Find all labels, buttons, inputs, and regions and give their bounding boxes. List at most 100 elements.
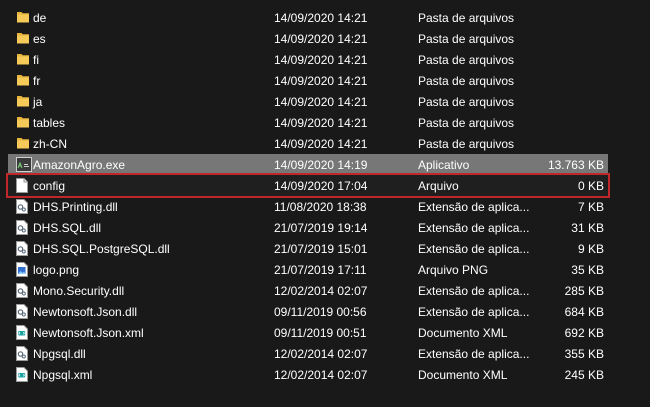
dll-file-icon	[16, 346, 29, 361]
image-file-icon	[16, 262, 29, 277]
file-date-modified: 21/07/2019 17:11	[274, 263, 367, 277]
file-date-modified: 12/02/2014 02:07	[274, 347, 368, 361]
file-type: Pasta de arquivos	[418, 32, 515, 46]
file-size: 692 KB	[564, 326, 604, 340]
file-type: Pasta de arquivos	[418, 95, 515, 109]
file-name: logo.png	[33, 263, 80, 277]
file-row-10[interactable]: DHS.SQL.dll 21/07/2019 19:14 Extensão de a…	[8, 217, 608, 238]
folder-icon	[16, 136, 29, 151]
folder-icon	[16, 10, 29, 25]
file-row-4[interactable]: ja 14/09/2020 14:21 Pasta de arquivos	[8, 91, 608, 112]
file-row-8[interactable]: config 14/09/2020 17:04 Arquivo 0 KB	[6, 173, 610, 198]
file-row-12[interactable]: logo.png 21/07/2019 17:11 Arquivo PNG 35 KB	[8, 259, 608, 280]
file-name: AmazonAgro.exe	[33, 158, 126, 172]
file-size: 7 KB	[577, 200, 604, 214]
file-name: fr	[33, 74, 41, 88]
file-name: Mono.Security.dll	[33, 284, 125, 298]
file-size: 31 KB	[571, 221, 604, 235]
file-size: 684 KB	[564, 305, 604, 319]
file-row-1[interactable]: es 14/09/2020 14:21 Pasta de arquivos	[8, 28, 608, 49]
folder-icon	[16, 31, 29, 46]
file-type: Pasta de arquivos	[418, 11, 515, 25]
file-row-5[interactable]: tables 14/09/2020 14:21 Pasta de arquivos	[8, 112, 608, 133]
file-name: Newtonsoft.Json.xml	[33, 326, 144, 340]
file-name: config	[33, 179, 66, 193]
dll-file-icon	[16, 220, 29, 235]
file-name: es	[33, 32, 46, 46]
file-size: 355 KB	[564, 347, 604, 361]
file-type: Aplicativo	[418, 158, 470, 172]
folder-icon	[16, 73, 29, 88]
file-type: Extensão de aplica...	[418, 305, 530, 319]
file-size: 0 KB	[577, 179, 604, 193]
file-row-15[interactable]: Newtonsoft.Json.xml 09/11/2019 00:51 Docum…	[8, 322, 608, 343]
dll-file-icon	[16, 283, 29, 298]
folder-icon	[16, 94, 29, 109]
file-row-9[interactable]: DHS.Printing.dll 11/08/2020 18:38 Extensão…	[8, 196, 608, 217]
file-date-modified: 09/11/2019 00:56	[274, 305, 367, 319]
file-size: 245 KB	[564, 368, 604, 382]
file-date-modified: 14/09/2020 14:21	[274, 95, 368, 109]
file-type: Documento XML	[418, 368, 508, 382]
file-date-modified: 14/09/2020 14:19	[274, 158, 368, 172]
file-row-2[interactable]: fi 14/09/2020 14:21 Pasta de arquivos	[8, 49, 608, 70]
file-row-16[interactable]: Npgsql.dll 12/02/2014 02:07 Extensão de ap…	[8, 343, 608, 364]
xml-file-icon	[16, 367, 29, 382]
dll-file-icon	[16, 199, 29, 214]
file-type: Extensão de aplica...	[418, 347, 530, 361]
file-row-11[interactable]: DHS.SQL.PostgreSQL.dll 21/07/2019 15:01 Ex…	[8, 238, 608, 259]
file-size: 285 KB	[564, 284, 604, 298]
file-name: ja	[33, 95, 43, 109]
folder-icon	[16, 52, 29, 67]
file-date-modified: 21/07/2019 15:01	[274, 242, 368, 256]
file-date-modified: 14/09/2020 17:04	[274, 179, 368, 193]
file-date-modified: 14/09/2020 14:21	[274, 32, 368, 46]
file-type: Documento XML	[418, 326, 508, 340]
file-name: Newtonsoft.Json.dll	[33, 305, 138, 319]
file-row-13[interactable]: Mono.Security.dll 12/02/2014 02:07 Extensã…	[8, 280, 608, 301]
file-type: Pasta de arquivos	[418, 116, 515, 130]
file-size: 13.763 KB	[547, 158, 604, 172]
file-row-3[interactable]: fr 14/09/2020 14:21 Pasta de arquivos	[8, 70, 608, 91]
file-date-modified: 14/09/2020 14:21	[274, 137, 368, 151]
file-date-modified: 12/02/2014 02:07	[274, 368, 368, 382]
file-name: zh-CN	[33, 137, 68, 151]
file-date-modified: 21/07/2019 19:14	[274, 221, 368, 235]
file-date-modified: 14/09/2020 14:21	[274, 11, 368, 25]
file-size: 35 KB	[571, 263, 604, 277]
app-icon	[16, 157, 32, 172]
file-date-modified: 12/02/2014 02:07	[274, 284, 368, 298]
file-date-modified: 14/09/2020 14:21	[274, 74, 368, 88]
file-row-14[interactable]: Newtonsoft.Json.dll 09/11/2019 00:56 Exten…	[8, 301, 608, 322]
file-size: 9 KB	[577, 242, 604, 256]
file-type: Extensão de aplica...	[418, 200, 530, 214]
xml-file-icon	[16, 325, 29, 340]
file-type: Extensão de aplica...	[418, 284, 530, 298]
dll-file-icon	[16, 304, 29, 319]
file-type: Arquivo	[418, 179, 459, 193]
file-name: DHS.Printing.dll	[33, 200, 118, 214]
file-name: DHS.SQL.dll	[33, 221, 102, 235]
file-type: Pasta de arquivos	[418, 74, 515, 88]
file-row-7[interactable]: AmazonAgro.exe 14/09/2020 14:19 Aplicativo…	[8, 154, 608, 175]
file-row-17[interactable]: Npgsql.xml 12/02/2014 02:07 Documento XML 2…	[8, 364, 608, 385]
file-name: Npgsql.dll	[33, 347, 86, 361]
folder-icon	[16, 115, 29, 130]
file-type: Pasta de arquivos	[418, 53, 515, 67]
file-row-0[interactable]: de 14/09/2020 14:21 Pasta de arquivos	[8, 7, 608, 28]
file-row-6[interactable]: zh-CN 14/09/2020 14:21 Pasta de arquivos	[8, 133, 608, 154]
file-name: Npgsql.xml	[33, 368, 93, 382]
file-name: de	[33, 11, 47, 25]
file-name: tables	[33, 116, 66, 130]
file-date-modified: 09/11/2019 00:51	[274, 326, 367, 340]
file-type: Arquivo PNG	[418, 263, 489, 277]
file-name: fi	[33, 53, 39, 67]
file-date-modified: 14/09/2020 14:21	[274, 116, 368, 130]
dll-file-icon	[16, 241, 29, 256]
file-date-modified: 14/09/2020 14:21	[274, 53, 368, 67]
blank-file-icon	[16, 178, 29, 193]
file-name: DHS.SQL.PostgreSQL.dll	[33, 242, 170, 256]
file-type: Pasta de arquivos	[418, 137, 515, 151]
file-date-modified: 11/08/2020 18:38	[274, 200, 367, 214]
file-type: Extensão de aplica...	[418, 221, 530, 235]
